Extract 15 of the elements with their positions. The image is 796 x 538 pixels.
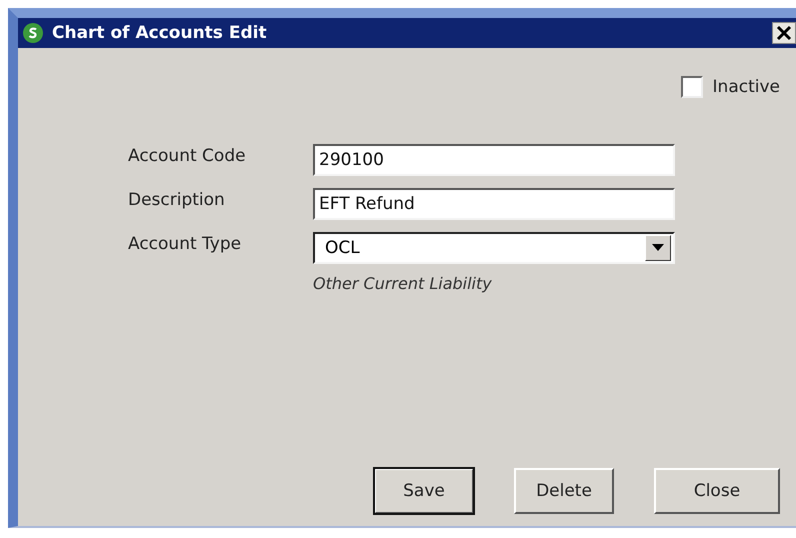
window-title: Chart of Accounts Edit <box>52 23 268 43</box>
delete-button[interactable]: Delete <box>514 468 614 514</box>
account-type-hint: Other Current Liability <box>313 274 493 293</box>
dropdown-arrow-icon <box>652 244 664 252</box>
app-logo-icon <box>22 22 44 44</box>
input-field[interactable]: EFT Refund <box>313 188 675 220</box>
save-button[interactable]: Save <box>374 468 474 514</box>
field-label: Account Type <box>128 233 242 254</box>
close-icon[interactable] <box>772 22 796 44</box>
account-type-dropdown[interactable]: OCL <box>313 232 675 264</box>
inactive-label: Inactive <box>712 77 780 97</box>
field-label: Description <box>128 189 226 210</box>
input-field[interactable]: 290100 <box>313 144 675 176</box>
close-button[interactable]: Close <box>654 468 780 514</box>
field-label: Account Code <box>128 145 247 166</box>
